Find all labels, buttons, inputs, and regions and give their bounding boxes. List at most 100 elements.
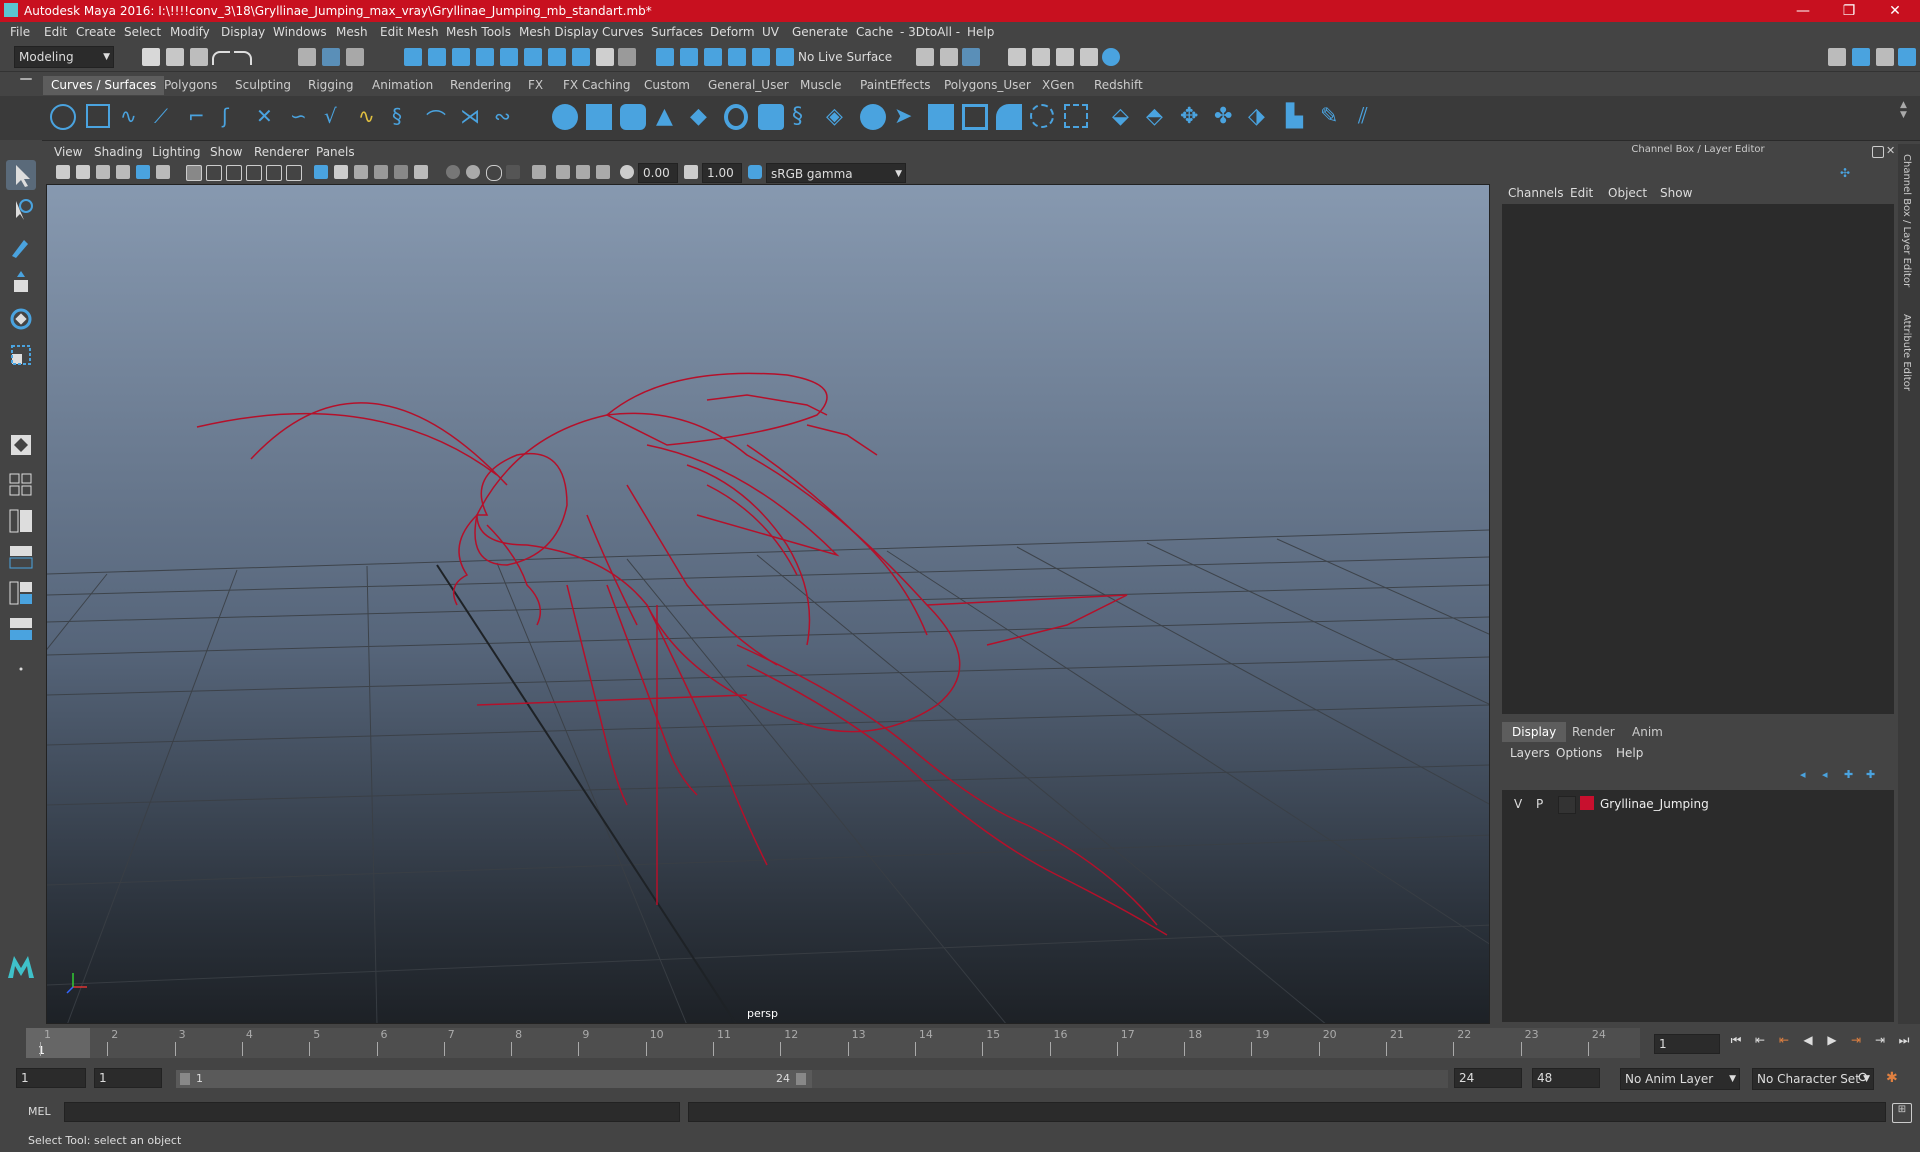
menu-deform[interactable]: Deform xyxy=(710,25,755,39)
nurbs-cylinder-icon[interactable] xyxy=(620,104,646,130)
step-back-frame-icon[interactable]: ⇤ xyxy=(1752,1032,1768,1048)
layer-tab-display[interactable]: Display xyxy=(1502,722,1567,742)
multisample-aa-icon[interactable] xyxy=(486,165,502,181)
menu-edit[interactable]: Edit xyxy=(44,25,67,39)
restore-button[interactable]: ❐ xyxy=(1826,0,1872,22)
new-scene-icon[interactable] xyxy=(142,48,160,66)
tweak-icon[interactable] xyxy=(752,48,770,66)
help-query-icon[interactable] xyxy=(572,48,590,66)
select-component-icon[interactable] xyxy=(346,48,364,66)
2d-pan-zoom-icon[interactable] xyxy=(136,165,150,179)
layer-tab-render[interactable]: Render xyxy=(1562,722,1625,742)
stitch-icon[interactable]: ✥ xyxy=(1180,104,1206,130)
current-time-marker[interactable] xyxy=(26,1028,90,1058)
channel-box-area[interactable] xyxy=(1502,204,1894,714)
resolution-gate-icon[interactable] xyxy=(226,165,242,181)
shelf-tab-polygons-user[interactable]: Polygons_User xyxy=(936,76,1039,95)
render-view-icon[interactable] xyxy=(1102,48,1120,66)
bevel-plus-icon[interactable] xyxy=(928,104,954,130)
preferences-icon[interactable]: ✱ xyxy=(1886,1070,1904,1088)
smooth-shade-icon[interactable] xyxy=(334,165,348,179)
select-hierarchy-icon[interactable] xyxy=(298,48,316,66)
ipr-render-icon[interactable] xyxy=(1032,48,1050,66)
rebuild-curve-icon[interactable]: ∾ xyxy=(494,104,520,130)
menu-mesh-tools[interactable]: Mesh Tools xyxy=(446,25,511,39)
menu-curves[interactable]: Curves xyxy=(602,25,644,39)
use-all-lights-icon[interactable] xyxy=(394,165,408,179)
rotate-tool-icon[interactable] xyxy=(6,304,36,334)
image-plane-icon[interactable] xyxy=(116,165,130,179)
menu-create[interactable]: Create xyxy=(76,25,116,39)
current-frame-field[interactable] xyxy=(1654,1034,1720,1054)
render-frame-icon[interactable] xyxy=(1008,48,1026,66)
intersect-icon[interactable]: ⬙ xyxy=(1112,104,1138,130)
play-backwards-icon[interactable]: ◀ xyxy=(1800,1032,1816,1048)
nurbs-sphere-icon[interactable] xyxy=(552,104,578,130)
menu-surfaces[interactable]: Surfaces xyxy=(651,25,703,39)
character-set-dropdown[interactable]: No Character Set ▼ xyxy=(1752,1068,1874,1090)
grease-pencil-icon[interactable] xyxy=(156,165,170,179)
move-tool-icon[interactable] xyxy=(6,268,36,298)
nurbs-cone-icon[interactable]: ▲ xyxy=(656,104,682,130)
wireframe-on-shaded-icon[interactable] xyxy=(354,165,368,179)
range-slider-empty[interactable] xyxy=(812,1070,1448,1088)
output-ops-icon[interactable] xyxy=(940,48,958,66)
field-chart-icon[interactable] xyxy=(266,165,282,181)
tool-settings-icon[interactable] xyxy=(1876,48,1894,66)
extend-curve-icon[interactable]: ⌒ xyxy=(426,104,452,132)
go-to-start-icon[interactable]: ⏮ xyxy=(1728,1032,1744,1048)
xray-components-icon[interactable] xyxy=(596,165,610,179)
layer-type-toggle[interactable] xyxy=(1558,796,1576,814)
persp-hypershade-layout-icon[interactable] xyxy=(6,578,36,608)
shelf-tab-rendering[interactable]: Rendering xyxy=(442,76,519,95)
shelf-tab-animation[interactable]: Animation xyxy=(364,76,441,95)
viewport-menu-panels[interactable]: Panels xyxy=(316,145,355,159)
menu-3dtoall[interactable]: - 3DtoAll - xyxy=(900,25,960,39)
anim-layer-dropdown[interactable]: No Anim Layer ▼ xyxy=(1620,1068,1740,1090)
shelf-scroll-icon[interactable]: ▲ ▼ xyxy=(1900,100,1918,120)
four-view-layout-icon[interactable] xyxy=(6,470,36,500)
xray-icon[interactable] xyxy=(556,165,570,179)
layer-row[interactable]: V P Gryllinae_Jumping xyxy=(1506,794,1890,814)
viewport-menu-shading[interactable]: Shading xyxy=(94,145,143,159)
scale-tool-icon[interactable] xyxy=(6,340,36,370)
nurbs-cube-icon[interactable] xyxy=(586,104,612,130)
layers-menu-layers[interactable]: Layers xyxy=(1510,746,1550,760)
input-ops-icon[interactable] xyxy=(916,48,934,66)
side-tab-attribute-editor[interactable]: Attribute Editor xyxy=(1901,314,1912,391)
surface-edit-icon[interactable]: ⬗ xyxy=(1248,104,1274,130)
persp-graph-layout-icon[interactable] xyxy=(6,542,36,572)
layer-color-swatch[interactable] xyxy=(1580,796,1594,810)
select-tool-icon[interactable] xyxy=(6,160,36,190)
save-scene-icon[interactable] xyxy=(190,48,208,66)
shelf-menu-icon[interactable] xyxy=(20,78,32,80)
nurbs-plane-icon[interactable]: ◆ xyxy=(690,104,716,130)
channels-menu-channels[interactable]: Channels xyxy=(1508,186,1564,200)
persp-outliner-layout-icon[interactable] xyxy=(6,506,36,536)
modeling-toolkit-icon[interactable] xyxy=(1898,48,1916,66)
layers-menu-options[interactable]: Options xyxy=(1556,746,1602,760)
new-layer-icon[interactable]: ✚ xyxy=(1844,768,1858,782)
play-forwards-icon[interactable]: ▶ xyxy=(1824,1032,1840,1048)
menu-help[interactable]: Help xyxy=(967,25,994,39)
bookmark-icon[interactable] xyxy=(96,165,110,179)
shelf-tab-fx-caching[interactable]: FX Caching xyxy=(555,76,638,95)
offset-curve-icon[interactable]: ⋊ xyxy=(460,104,486,130)
redo-icon[interactable] xyxy=(234,51,252,65)
go-to-end-icon[interactable]: ⏭ xyxy=(1896,1032,1912,1048)
step-forward-frame-icon[interactable]: ⇥ xyxy=(1872,1032,1888,1048)
magnet-icon[interactable] xyxy=(656,48,674,66)
viewport-menu-lighting[interactable]: Lighting xyxy=(152,145,201,159)
soft-select-icon[interactable] xyxy=(704,48,722,66)
menu-mesh[interactable]: Mesh xyxy=(336,25,368,39)
channels-menu-edit[interactable]: Edit xyxy=(1570,186,1593,200)
grid-toggle-icon[interactable] xyxy=(186,165,202,181)
layer-visibility-toggle[interactable]: V xyxy=(1514,797,1522,811)
menu-select[interactable]: Select xyxy=(124,25,161,39)
sculpt-geometry-icon[interactable]: ✤ xyxy=(1214,104,1240,130)
project-curve-icon[interactable]: ⬘ xyxy=(1146,104,1172,130)
mode-dropdown[interactable]: Modeling ▼ xyxy=(14,46,114,68)
untrim-icon[interactable] xyxy=(1064,104,1088,128)
viewport-menu-show[interactable]: Show xyxy=(210,145,242,159)
birail-icon[interactable]: ➤ xyxy=(894,104,920,130)
